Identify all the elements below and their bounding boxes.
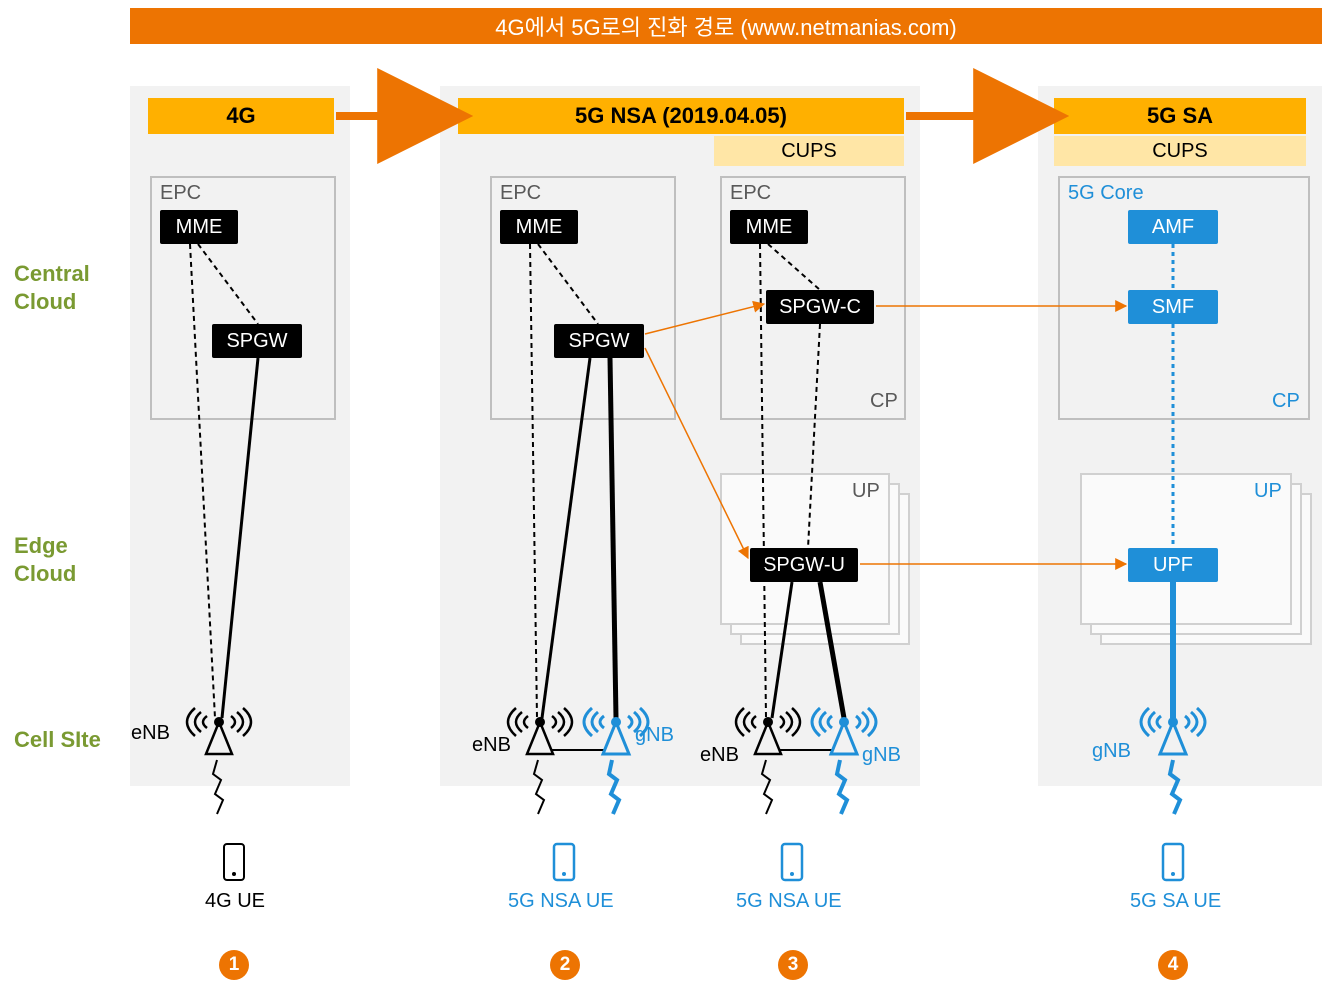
side-label-cell: Cell SIte: [14, 726, 101, 754]
epc-label-2: EPC: [500, 182, 541, 205]
side-label-edge: EdgeCloud: [14, 532, 76, 587]
ue-label-1: 4G UE: [205, 890, 265, 913]
badge-3: 3: [778, 950, 808, 980]
enb-label-3: eNB: [700, 744, 739, 767]
mme-3: MME: [730, 210, 808, 244]
cp-label-2: CP: [1272, 390, 1300, 413]
col4-header: 5G SA: [1054, 98, 1306, 134]
ue-label-4: 5G SA UE: [1130, 890, 1221, 913]
spgw-c: SPGW-C: [766, 290, 874, 324]
core-label: 5G Core: [1068, 182, 1144, 205]
spgw-u: SPGW-U: [750, 548, 858, 582]
up-label-1: UP: [852, 480, 880, 503]
epc-label-1: EPC: [160, 182, 201, 205]
side-label-central: CentralCloud: [14, 260, 90, 315]
ue-label-2: 5G NSA UE: [508, 890, 614, 913]
gnb-label-2: gNB: [635, 724, 674, 747]
cups-bar-2: CUPS: [1054, 136, 1306, 166]
badge-4: 4: [1158, 950, 1188, 980]
up-label-2: UP: [1254, 480, 1282, 503]
upf: UPF: [1128, 548, 1218, 582]
ue-label-3: 5G NSA UE: [736, 890, 842, 913]
mme-2: MME: [500, 210, 578, 244]
mme-1: MME: [160, 210, 238, 244]
enb-label-1: eNB: [131, 722, 170, 745]
cp-label-1: CP: [870, 390, 898, 413]
cups-bar-1: CUPS: [714, 136, 904, 166]
spgw-1: SPGW: [212, 324, 302, 358]
col1-header: 4G: [148, 98, 334, 134]
gnb-label-3: gNB: [862, 744, 901, 767]
gnb-label-4: gNB: [1092, 740, 1131, 763]
badge-2: 2: [550, 950, 580, 980]
col2-header: 5G NSA (2019.04.05): [458, 98, 904, 134]
title-bar: 4G에서 5G로의 진화 경로 (www.netmanias.com): [130, 8, 1322, 44]
spgw-2: SPGW: [554, 324, 644, 358]
amf: AMF: [1128, 210, 1218, 244]
enb-label-2: eNB: [472, 734, 511, 757]
smf: SMF: [1128, 290, 1218, 324]
badge-1: 1: [219, 950, 249, 980]
epc-label-3: EPC: [730, 182, 771, 205]
